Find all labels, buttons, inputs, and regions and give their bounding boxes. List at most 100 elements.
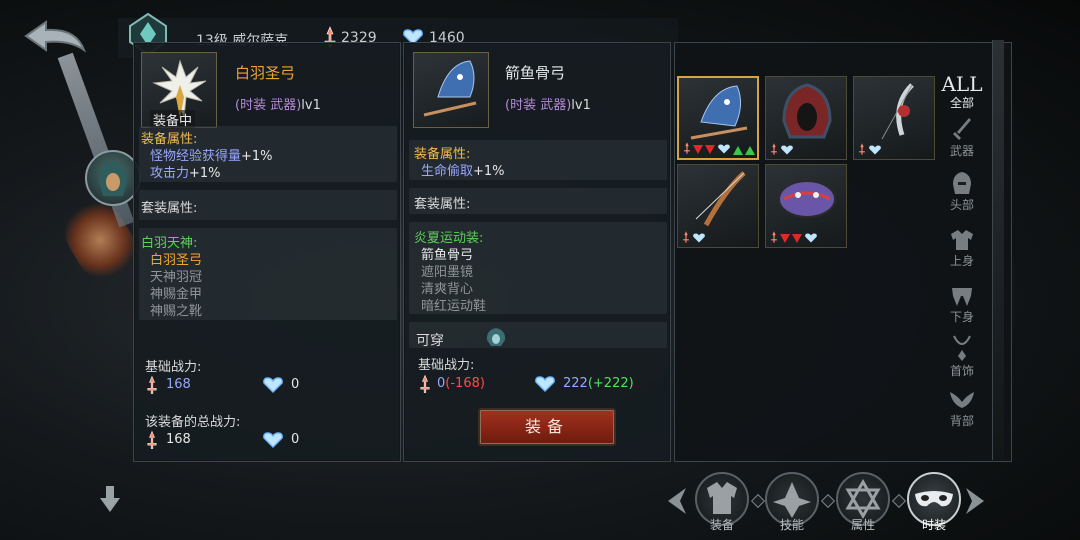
category-all-sublabel: 全部	[949, 96, 974, 110]
tab-label: 装备	[709, 518, 734, 532]
chest-armor-icon	[951, 230, 973, 250]
category-legs[interactable]: 下身	[940, 284, 984, 325]
equipped-attr-row: 攻击力+1%	[150, 162, 221, 181]
red-down-arrow-icon	[693, 145, 703, 154]
wooden-bow-icon	[695, 171, 746, 227]
set-item: 神赐之靴	[150, 304, 203, 319]
left-ornament-icon	[668, 488, 686, 514]
red-hood-icon	[782, 83, 832, 139]
selected-item-level: lv1	[571, 98, 591, 113]
selected-attack-change: 0(-168)	[437, 376, 485, 391]
blue-heart-shield-icon	[263, 377, 283, 393]
red-down-arrow-icon	[780, 234, 790, 243]
equip-button[interactable]: 装备	[478, 408, 616, 446]
equipped-total-power-label: 该装备的总战力:	[145, 415, 241, 430]
blue-heart-shield-icon	[535, 376, 555, 392]
tab-label: 技能	[779, 518, 804, 532]
set-item: 暗红运动鞋	[421, 299, 487, 314]
blue-heart-shield-icon	[693, 233, 705, 243]
attr-label: 生命偷取	[421, 164, 474, 179]
selected-set-attr-title: 套装属性:	[414, 197, 471, 212]
equipped-base-power-label: 基础战力:	[145, 360, 202, 375]
attack-delta: (-168)	[445, 376, 485, 391]
wearable-label: 可穿	[416, 333, 444, 349]
slot-badges	[770, 140, 794, 156]
red-sword-icon	[859, 143, 865, 155]
character-class-icon	[486, 328, 506, 346]
tab-label: 时装	[921, 518, 946, 532]
tab-label: 属性	[850, 518, 875, 532]
back-button[interactable]	[22, 18, 88, 58]
green-up-arrow-icon	[745, 146, 755, 155]
blue-heart-shield-icon	[805, 233, 817, 243]
category-label: 背部	[949, 414, 974, 428]
wearable-box	[409, 322, 667, 348]
category-all-label: ALL	[941, 72, 983, 96]
equipped-base-attack: 168	[166, 377, 191, 392]
equipped-item-category: (时装 武器)	[235, 98, 302, 113]
equipped-item-thumbnail: 装备中	[141, 52, 217, 129]
tab-fashion[interactable]: 时装	[904, 472, 964, 532]
attr-value: +1%	[189, 166, 221, 181]
blue-heart-shield-icon	[781, 145, 793, 155]
slot-badges	[682, 228, 706, 244]
tab-equipment[interactable]: 装备	[692, 472, 752, 532]
equipped-base-defense: 0	[291, 377, 300, 392]
category-body[interactable]: 上身	[940, 228, 984, 269]
red-sword-icon	[420, 374, 430, 393]
attr-value: +1%	[241, 149, 273, 164]
attr-label: 攻击力	[150, 166, 190, 181]
selected-attr-row: 生命偷取+1%	[421, 160, 505, 179]
necklace-icon	[953, 335, 971, 361]
category-scrollbar[interactable]	[992, 40, 1004, 460]
inventory-slot-patterned-hat[interactable]	[765, 164, 847, 248]
red-sword-icon	[771, 231, 777, 243]
leg-armor-icon	[952, 288, 972, 306]
red-sword-icon	[684, 142, 690, 154]
red-sword-icon	[771, 143, 777, 155]
category-label: 首饰	[949, 364, 974, 378]
selected-item-type: (时装 武器)lv1	[505, 94, 591, 113]
hooded-character-icon	[99, 161, 127, 196]
selected-item-thumbnail	[413, 52, 489, 128]
blue-heart-shield-icon	[263, 432, 283, 448]
category-head[interactable]: 头部	[940, 170, 984, 213]
down-arrow-icon[interactable]	[96, 484, 124, 514]
wings-icon	[950, 392, 974, 408]
inventory-slot-wooden-bow[interactable]	[677, 164, 759, 248]
equipped-item-level: lv1	[301, 98, 321, 113]
swordfish-bow-icon	[423, 60, 477, 117]
tab-skills[interactable]: 技能	[762, 472, 822, 532]
category-weapon[interactable]: 武器	[940, 116, 984, 159]
red-down-arrow-icon	[705, 145, 715, 154]
red-down-arrow-icon	[792, 234, 802, 243]
inventory-slot-swordfish-bow[interactable]	[677, 76, 759, 160]
red-sword-icon	[147, 430, 157, 449]
category-label: 武器	[949, 144, 974, 158]
helmet-icon	[953, 172, 971, 194]
tab-attributes[interactable]: 属性	[833, 472, 893, 532]
equipped-item-type: (时装 武器)lv1	[235, 94, 321, 113]
selected-defense-change: 222(+222)	[563, 376, 634, 391]
green-up-arrow-icon	[733, 146, 743, 155]
red-sword-icon	[683, 231, 689, 243]
back-arrow-icon	[24, 20, 87, 53]
category-label: 上身	[949, 254, 974, 268]
right-ornament-icon	[966, 488, 984, 514]
inventory-slot-red-hood[interactable]	[765, 76, 847, 160]
category-all[interactable]: ALL 全部	[940, 74, 984, 111]
selected-item-category: (时装 武器)	[505, 98, 572, 113]
attr-value: +1%	[473, 164, 505, 179]
inventory-slot-dark-bow[interactable]	[853, 76, 935, 160]
category-accessory[interactable]: 首饰	[940, 334, 984, 379]
patterned-hat-icon	[778, 180, 836, 218]
equipped-item-name: 白羽圣弓	[235, 64, 296, 82]
dark-bow-icon	[881, 83, 914, 140]
blue-heart-shield-icon	[718, 144, 730, 154]
blue-heart-shield-icon	[869, 145, 881, 155]
category-label: 下身	[949, 310, 974, 324]
selected-base-defense: 222	[563, 376, 588, 391]
category-back[interactable]: 背部	[940, 388, 984, 429]
defense-delta: (+222)	[587, 376, 634, 391]
red-sword-icon	[147, 375, 157, 394]
